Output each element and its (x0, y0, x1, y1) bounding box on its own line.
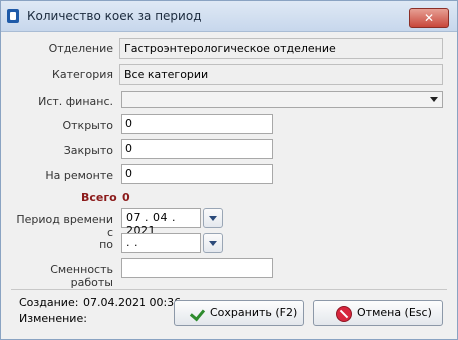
open-value: 0 (125, 117, 132, 130)
department-field: Гастроэнтерологическое отделение (119, 38, 443, 59)
dialog-window: Количество коек за период ✕ Отделение Га… (0, 0, 458, 340)
close-icon: ✕ (423, 11, 435, 25)
cancel-icon (336, 306, 352, 322)
document-icon (7, 9, 19, 23)
period-to-input[interactable]: . . (121, 233, 201, 253)
chevron-down-icon (209, 241, 217, 246)
period-from-input[interactable]: 07 . 04 . 2021 (121, 208, 201, 237)
created-label: Создание: (19, 296, 79, 309)
footer-divider (11, 289, 447, 290)
title-bar[interactable]: Количество коек за период ✕ (1, 1, 457, 32)
category-field: Все категории (119, 64, 443, 85)
funding-select[interactable] (121, 91, 443, 108)
period-to-value: . . (126, 236, 138, 249)
department-label: Отделение (48, 42, 113, 55)
funding-label: Ист. финанс. (38, 95, 113, 108)
save-button[interactable]: Сохранить (F2) (174, 300, 304, 326)
open-label: Открыто (62, 119, 113, 132)
total-label: Всего (81, 191, 117, 204)
category-value: Все категории (124, 68, 209, 81)
shift-label: Сменность работы (50, 263, 113, 289)
chevron-down-icon (209, 216, 217, 221)
shift-input[interactable] (121, 258, 273, 278)
changed-label: Изменение: (19, 312, 87, 325)
open-input[interactable]: 0 (121, 114, 273, 134)
created-value: 07.04.2021 00:36 (83, 296, 182, 309)
checkmark-icon (191, 306, 205, 320)
cancel-button[interactable]: Отмена (Esc) (313, 300, 443, 326)
department-value: Гастроэнтерологическое отделение (124, 42, 336, 55)
period-to-dropdown[interactable] (203, 233, 223, 253)
repair-label: На ремонте (45, 169, 113, 182)
save-button-label: Сохранить (F2) (210, 306, 298, 319)
period-to-label: по (99, 238, 113, 251)
repair-value: 0 (125, 167, 132, 180)
period-from-dropdown[interactable] (203, 208, 223, 228)
chevron-down-icon (430, 97, 438, 102)
cancel-button-label: Отмена (Esc) (357, 306, 432, 319)
window-title: Количество коек за период (27, 9, 202, 23)
closed-label: Закрыто (63, 144, 113, 157)
category-label: Категория (52, 68, 113, 81)
period-from-label: Период времени с (16, 213, 113, 239)
closed-value: 0 (125, 142, 132, 155)
close-button[interactable]: ✕ (409, 8, 449, 28)
closed-input[interactable]: 0 (121, 139, 273, 159)
total-value: 0 (122, 191, 130, 204)
repair-input[interactable]: 0 (121, 164, 273, 184)
